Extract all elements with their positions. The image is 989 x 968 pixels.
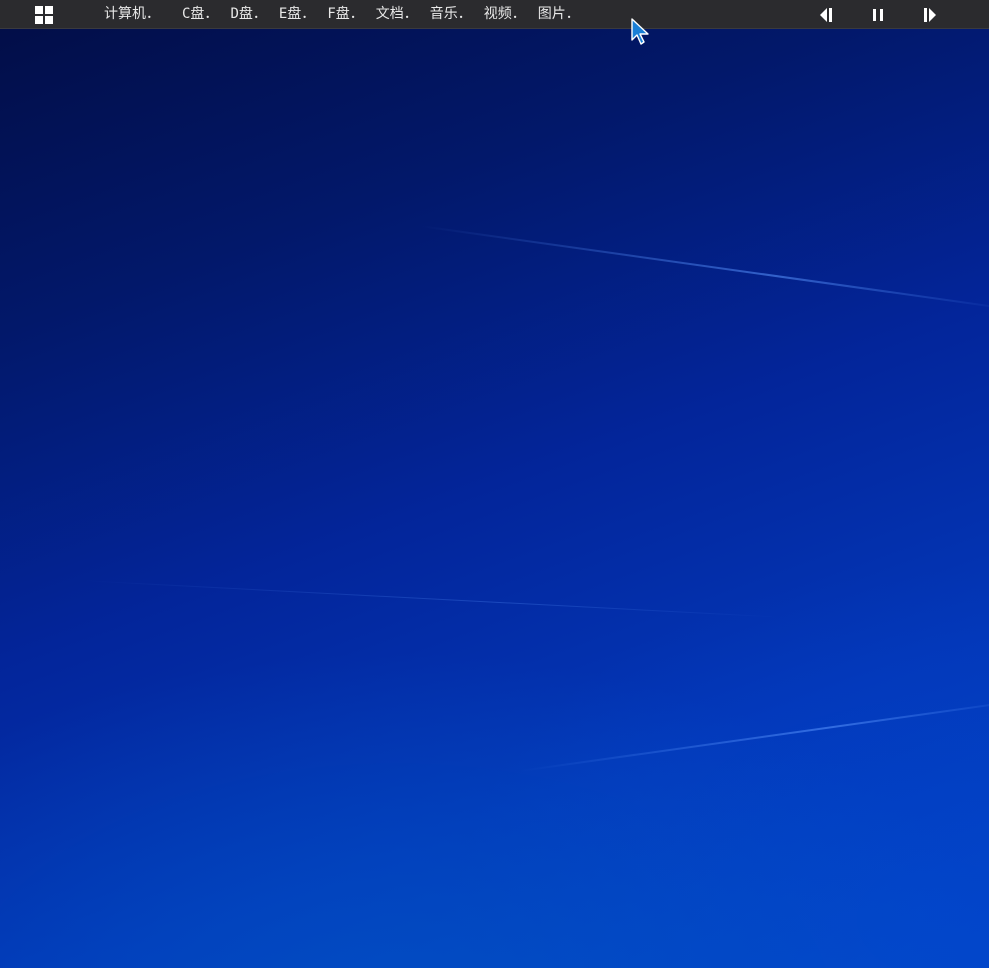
start-button[interactable]	[34, 5, 53, 24]
previous-button[interactable]	[817, 6, 835, 24]
pause-icon	[873, 8, 883, 21]
wallpaper-light-streak	[419, 225, 989, 311]
desktop-wallpaper[interactable]	[0, 0, 989, 968]
mouse-pointer-icon	[631, 18, 649, 45]
windows-grid-icon	[35, 6, 53, 24]
top-taskbar: 计算机． C盘． D盘． E盘． F盘． 文档． 音乐． 视频． 图片．	[0, 0, 989, 29]
menu-item-documents[interactable]: 文档．	[376, 0, 418, 29]
menu-item-c-drive[interactable]: C盘．	[182, 0, 218, 29]
quick-launch-menu: 计算机． C盘． D盘． E盘． F盘． 文档． 音乐． 视频． 图片．	[104, 0, 592, 29]
menu-item-e-drive[interactable]: E盘．	[279, 0, 315, 29]
wallpaper-light-streak	[79, 580, 780, 618]
menu-item-pictures[interactable]: 图片．	[538, 0, 580, 29]
step-backward-icon	[820, 7, 832, 22]
menu-item-f-drive[interactable]: F盘．	[327, 0, 363, 29]
menu-item-music[interactable]: 音乐．	[430, 0, 472, 29]
media-controls	[817, 0, 939, 29]
next-button[interactable]	[921, 6, 939, 24]
step-forward-icon	[924, 7, 936, 22]
wallpaper-light-streak	[519, 697, 989, 772]
menu-item-d-drive[interactable]: D盘．	[230, 0, 266, 29]
menu-item-videos[interactable]: 视频．	[484, 0, 526, 29]
pause-button[interactable]	[869, 6, 887, 24]
menu-item-computer[interactable]: 计算机．	[104, 0, 160, 29]
